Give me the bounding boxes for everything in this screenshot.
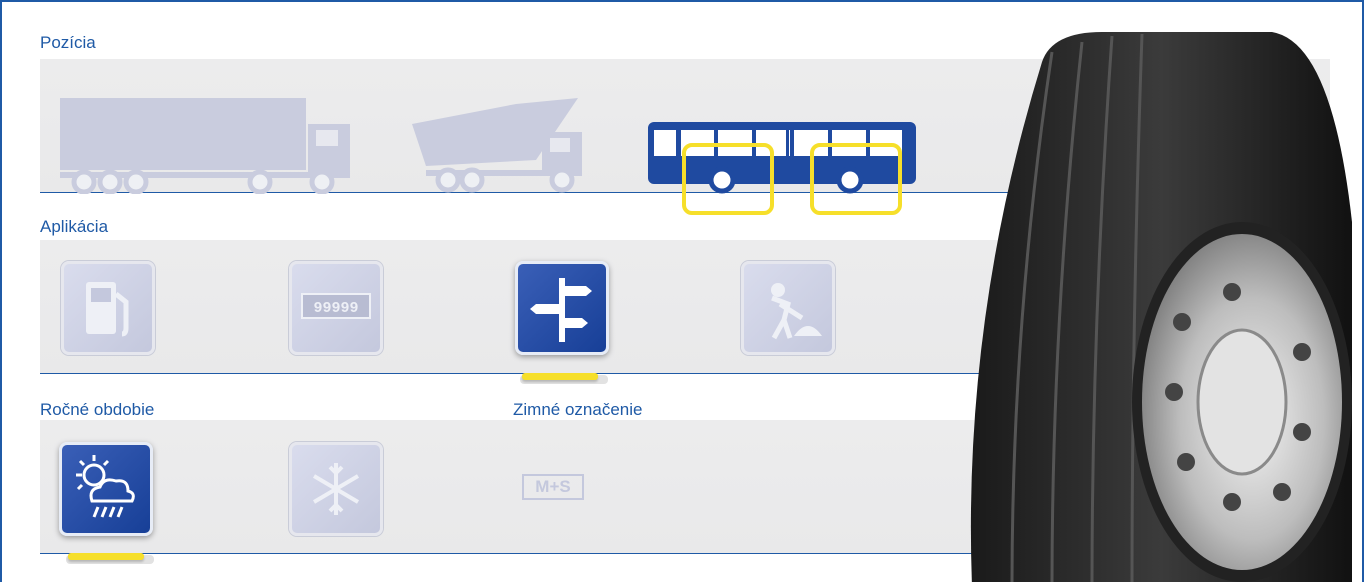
ms-badge-label: M+S	[535, 477, 571, 496]
odometer-icon: 99999	[301, 293, 371, 319]
vehicle-tipper-truck[interactable]	[406, 94, 586, 194]
summer-selection-bar	[68, 553, 144, 560]
tire-image	[942, 22, 1362, 582]
road-worker-icon	[771, 283, 822, 340]
front-axle-highlight	[682, 143, 774, 215]
signpost-icon	[530, 278, 592, 342]
vehicle-semi-truck[interactable]	[60, 94, 360, 194]
snowflake-icon	[312, 463, 360, 515]
fuel-pump-icon	[86, 282, 129, 337]
application-section-title: Aplikácia	[40, 217, 109, 236]
sun-rain-icon	[76, 455, 135, 518]
position-section-title: Pozícia	[40, 33, 96, 52]
app-tile-construction[interactable]	[741, 261, 835, 355]
rear-axle-highlight	[810, 143, 902, 215]
season-section-title: Ročné obdobie	[40, 400, 155, 419]
ms-badge: M+S	[522, 474, 584, 500]
tire-spec-panel: Pozícia Aplikácia 99999 Ročné obdobie Zi…	[0, 0, 1364, 582]
season-tile-winter[interactable]	[289, 442, 383, 536]
winter-mark-section-title: Zimné označenie	[513, 400, 643, 419]
season-tile-summer[interactable]	[59, 442, 153, 536]
app-tile-fuel[interactable]	[61, 261, 155, 355]
signpost-selection-bar	[522, 373, 598, 380]
app-tile-odometer[interactable]: 99999	[289, 261, 383, 355]
app-tile-signpost[interactable]	[515, 261, 609, 355]
odometer-label: 99999	[313, 300, 358, 317]
